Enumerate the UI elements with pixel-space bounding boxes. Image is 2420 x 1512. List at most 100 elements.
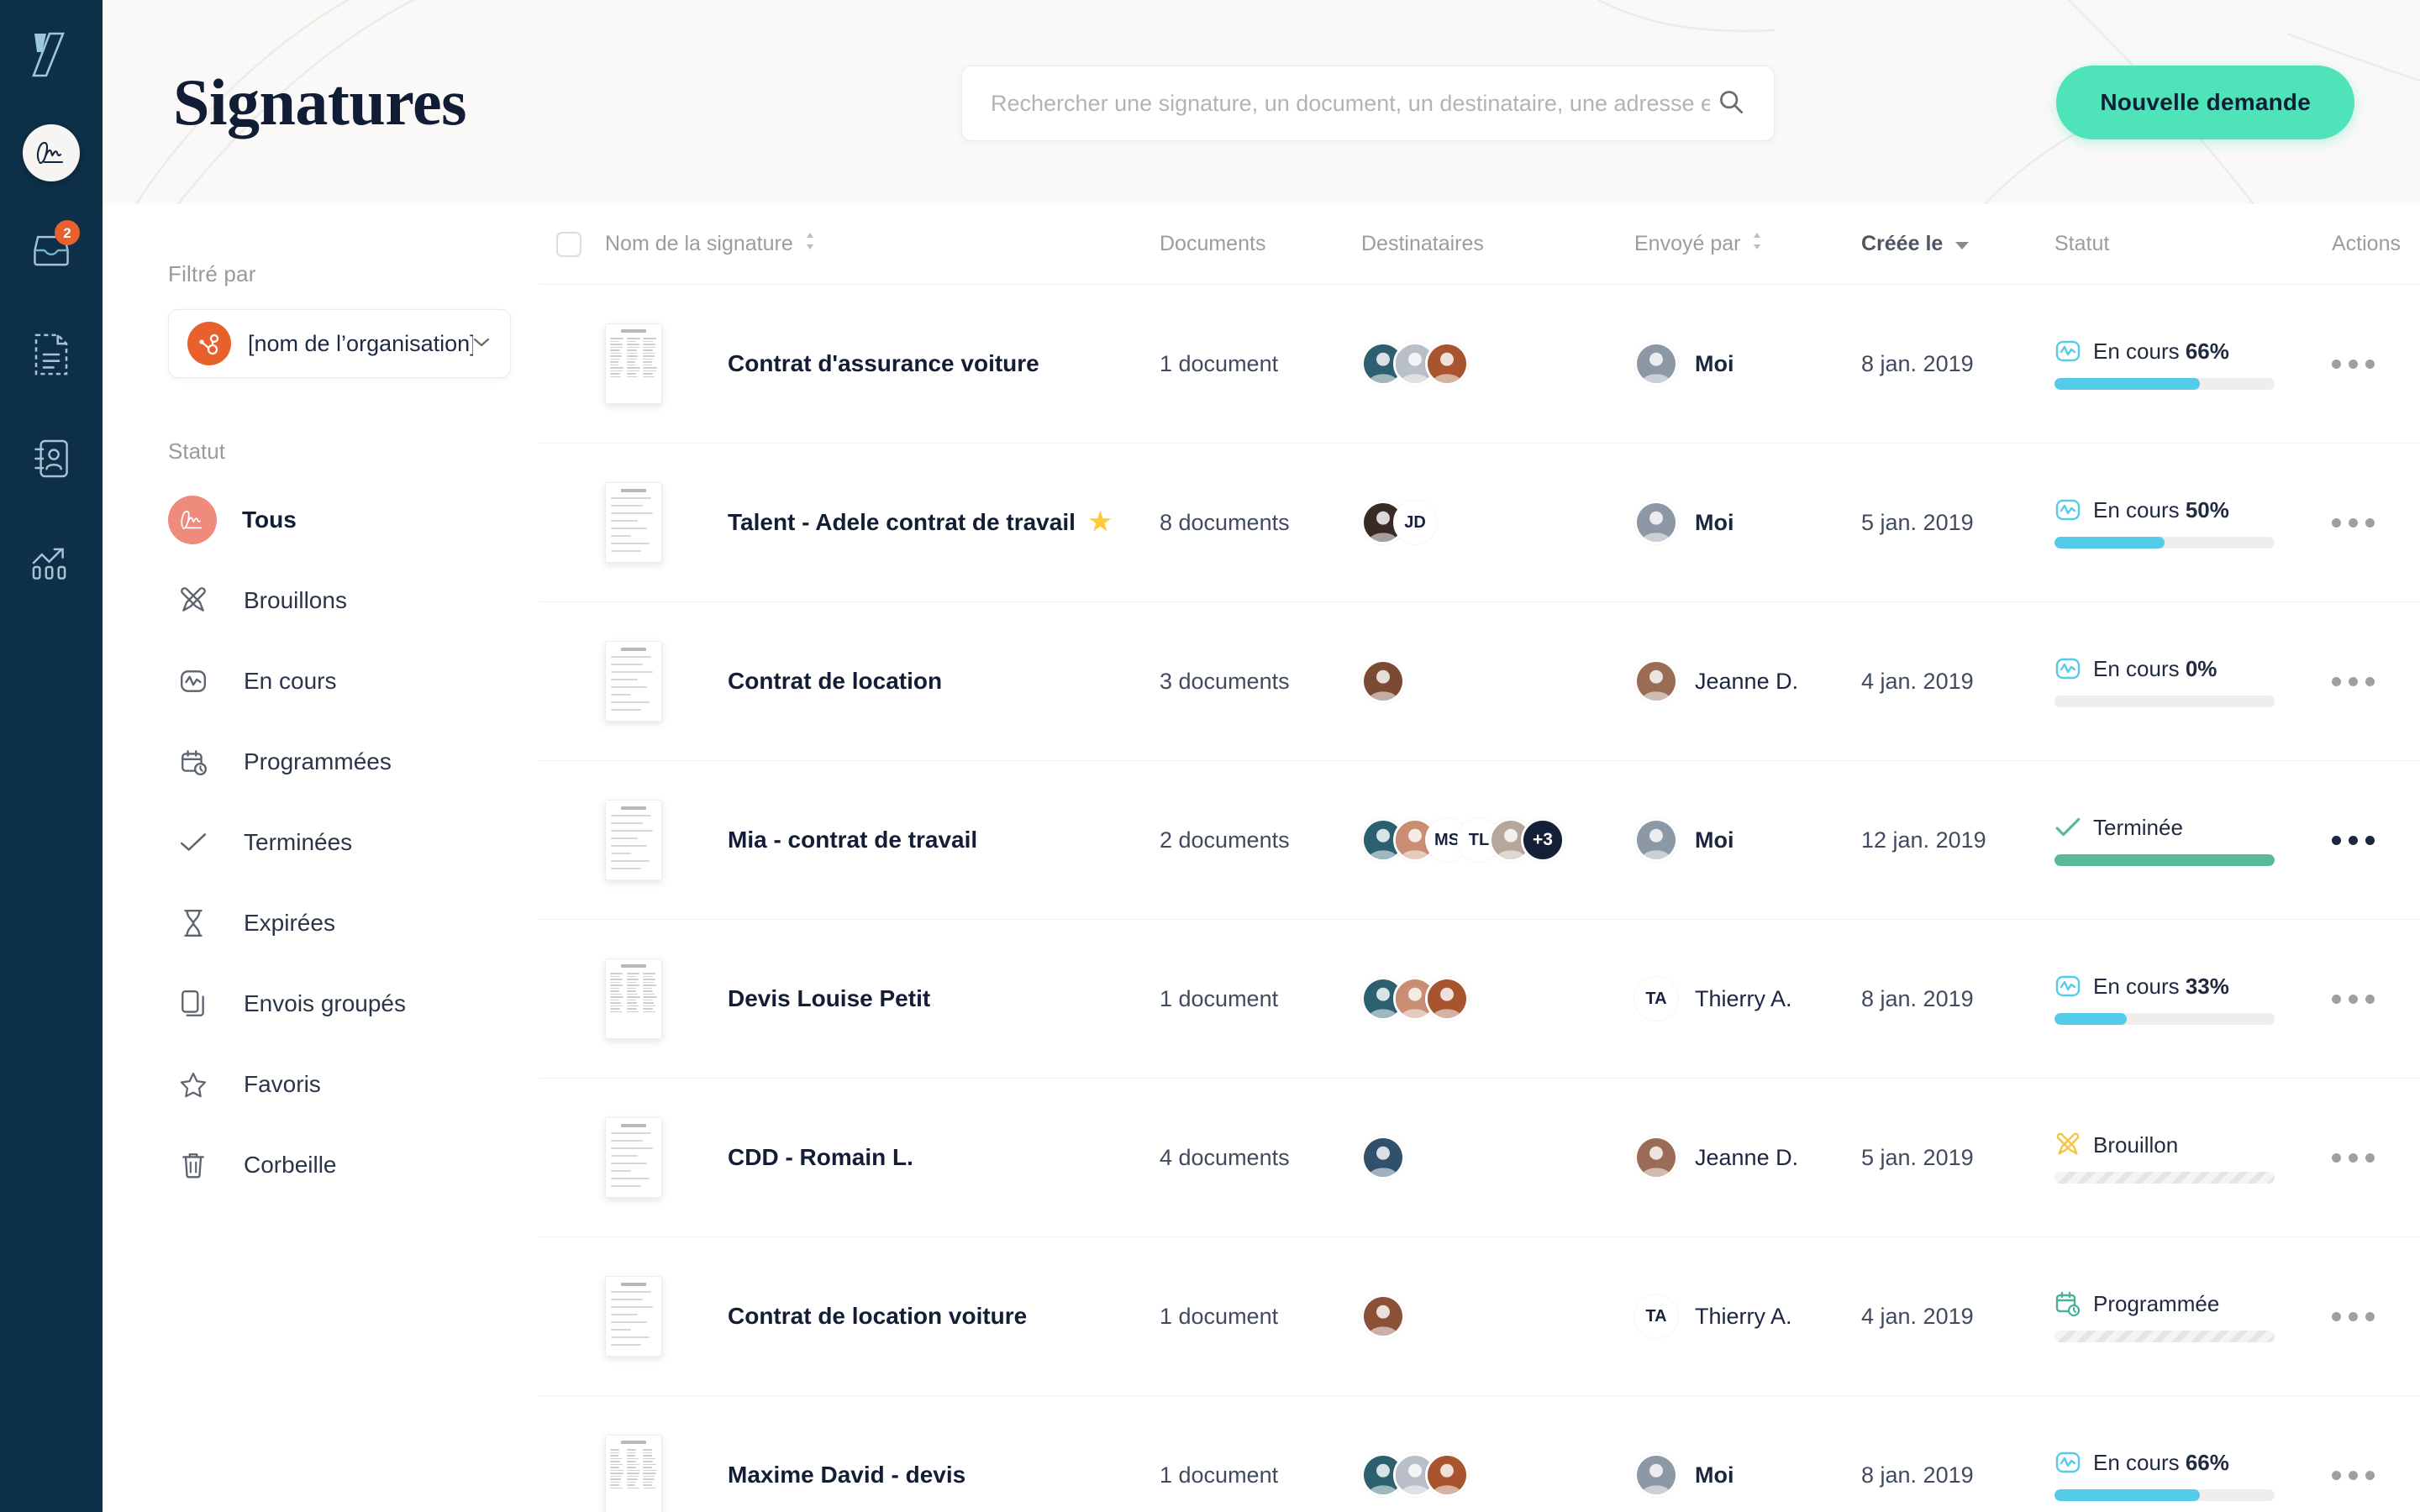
signature-name-cell[interactable]: Talent - Adele contrat de travail ★ (605, 482, 1160, 563)
row-actions-cell (2332, 1471, 2420, 1480)
pen-draft-icon (168, 585, 218, 616)
select-all-checkbox[interactable] (556, 232, 581, 257)
recipient-avatars (1361, 342, 1634, 386)
table-row[interactable]: Contrat de location voiture 1 document TA T… (539, 1237, 2420, 1396)
avatar[interactable] (1361, 1294, 1405, 1338)
status-badge: Brouillon (2093, 1132, 2178, 1158)
row-actions-cell (2332, 1312, 2420, 1321)
avatar[interactable] (1425, 342, 1469, 386)
more-horizontal-icon[interactable] (2332, 360, 2420, 369)
sort-desc-icon[interactable] (1954, 232, 1970, 256)
sidebar-item-documents[interactable] (21, 324, 82, 385)
signature-name: Talent - Adele contrat de travail ★ (728, 509, 1112, 536)
signatures-app: 2 Signatures Rechercher une signature, u… (0, 0, 2420, 1512)
sort-arrows-icon[interactable] (805, 232, 815, 256)
avatar[interactable]: TA (1634, 977, 1678, 1021)
sender-cell: Moi (1634, 818, 1861, 862)
search-input[interactable] (991, 91, 1710, 117)
sidebar-item-terminees[interactable]: Terminées (168, 802, 539, 883)
signature-name-cell[interactable]: Contrat de location voiture (605, 1276, 1160, 1357)
sidebar-item-en-cours[interactable]: En cours (168, 641, 539, 722)
signature-name-cell[interactable]: Contrat d'assurance voiture (605, 323, 1160, 404)
avatar[interactable] (23, 124, 80, 181)
signature-name: Maxime David - devis (728, 1462, 965, 1488)
filtered-by-label: Filtré par (168, 261, 539, 287)
new-request-button[interactable]: Nouvelle demande (2056, 66, 2354, 139)
pulse-square-icon (2054, 973, 2081, 1000)
recipients-cell (1361, 1453, 1634, 1497)
table-row[interactable]: Contrat de location 3 documents Jeanne D. 4… (539, 602, 2420, 761)
more-horizontal-icon[interactable] (2332, 1471, 2420, 1480)
sidebar-item-expirees[interactable]: Expirées (168, 883, 539, 963)
sidebar-item-programmees[interactable]: Programmées (168, 722, 539, 802)
chevron-down-icon[interactable] (473, 336, 490, 351)
table-row[interactable]: Contrat d'assurance voiture 1 document Moi… (539, 285, 2420, 444)
organisation-select[interactable]: [nom de l’organisation] (168, 309, 511, 378)
search-icon[interactable] (1718, 89, 1744, 118)
sidebar-item-favoris[interactable]: Favoris (168, 1044, 539, 1125)
calendar-clock-icon (2054, 1290, 2081, 1317)
table-row[interactable]: Maxime David - devis 1 document Moi 8 jan. … (539, 1396, 2420, 1512)
favorite-star-icon[interactable]: ★ (1089, 510, 1112, 535)
signature-name-cell[interactable]: Mia - contrat de travail (605, 800, 1160, 880)
avatar[interactable] (1361, 1136, 1405, 1179)
sidebar-item-brouillons[interactable]: Brouillons (168, 560, 539, 641)
progress-bar (2054, 378, 2275, 390)
avatar[interactable]: JD (1393, 501, 1437, 544)
table-row[interactable]: Devis Louise Petit 1 document TA Thierry A.… (539, 920, 2420, 1079)
search-box[interactable] (961, 66, 1775, 141)
yousign-logo-icon[interactable] (29, 30, 73, 79)
sidebar-item-envois-groupes[interactable]: Envois groupés (168, 963, 539, 1044)
more-horizontal-icon[interactable] (2332, 995, 2420, 1004)
signature-name-cell[interactable]: Devis Louise Petit (605, 958, 1160, 1039)
more-horizontal-icon[interactable] (2332, 677, 2420, 686)
row-actions-cell (2332, 1153, 2420, 1163)
sender-cell: Jeanne D. (1634, 1136, 1861, 1179)
column-header-created[interactable]: Créée le (1861, 232, 2054, 256)
avatar[interactable] (1634, 1453, 1678, 1497)
column-header-name[interactable]: Nom de la signature (605, 232, 1160, 256)
avatar[interactable] (1425, 977, 1469, 1021)
status-filter-label: Statut (168, 438, 539, 465)
avatar-overflow-badge[interactable]: +3 (1521, 818, 1565, 862)
pulse-square-icon (2054, 1449, 2081, 1476)
more-horizontal-icon[interactable] (2332, 518, 2420, 528)
sidebar-item-contacts[interactable] (21, 428, 82, 489)
table-row[interactable]: Mia - contrat de travail 2 documents MS TL +… (539, 761, 2420, 920)
avatar[interactable] (1634, 342, 1678, 386)
sidebar-item-inbox[interactable]: 2 (21, 220, 82, 281)
sort-arrows-icon[interactable] (1752, 232, 1762, 256)
avatar[interactable] (1361, 659, 1405, 703)
documents-count: 1 document (1160, 351, 1361, 377)
avatar[interactable] (1425, 1453, 1469, 1497)
hourglass-icon (168, 908, 218, 938)
column-header-sender[interactable]: Envoyé par (1634, 232, 1861, 256)
sidebar-item-tous[interactable]: Tous (168, 480, 539, 560)
status-cell: En cours 0% (2054, 655, 2332, 707)
signature-name-cell[interactable]: Contrat de location (605, 641, 1160, 722)
recipient-avatars: MS TL +3 (1361, 818, 1634, 862)
avatar[interactable] (1634, 659, 1678, 703)
more-horizontal-icon[interactable] (2332, 836, 2420, 845)
recipients-cell (1361, 1136, 1634, 1179)
avatar[interactable]: TA (1634, 1294, 1678, 1338)
row-select-cell (556, 1304, 605, 1329)
status-cell: En cours 33% (2054, 973, 2332, 1025)
sidebar-item-label: En cours (244, 668, 337, 695)
progress-bar (2054, 854, 2275, 866)
progress-bar (2054, 696, 2275, 707)
signature-name-cell[interactable]: CDD - Romain L. (605, 1117, 1160, 1198)
avatar[interactable] (1634, 818, 1678, 862)
sidebar-item-analytics[interactable] (21, 533, 82, 593)
table-row[interactable]: Talent - Adele contrat de travail ★ 8 docu… (539, 444, 2420, 602)
signature-name-cell[interactable]: Maxime David - devis (605, 1435, 1160, 1512)
more-horizontal-icon[interactable] (2332, 1312, 2420, 1321)
avatar[interactable] (1634, 1136, 1678, 1179)
sidebar-item-corbeille[interactable]: Corbeille (168, 1125, 539, 1205)
main-column: Signatures Nouvelle demande Filt (103, 0, 2420, 1512)
avatar[interactable] (1634, 501, 1678, 544)
status-percent: 66% (2186, 1450, 2229, 1475)
table-row[interactable]: CDD - Romain L. 4 documents Jeanne D. 5 jan… (539, 1079, 2420, 1237)
more-horizontal-icon[interactable] (2332, 1153, 2420, 1163)
document-thumbnail (605, 958, 662, 1039)
